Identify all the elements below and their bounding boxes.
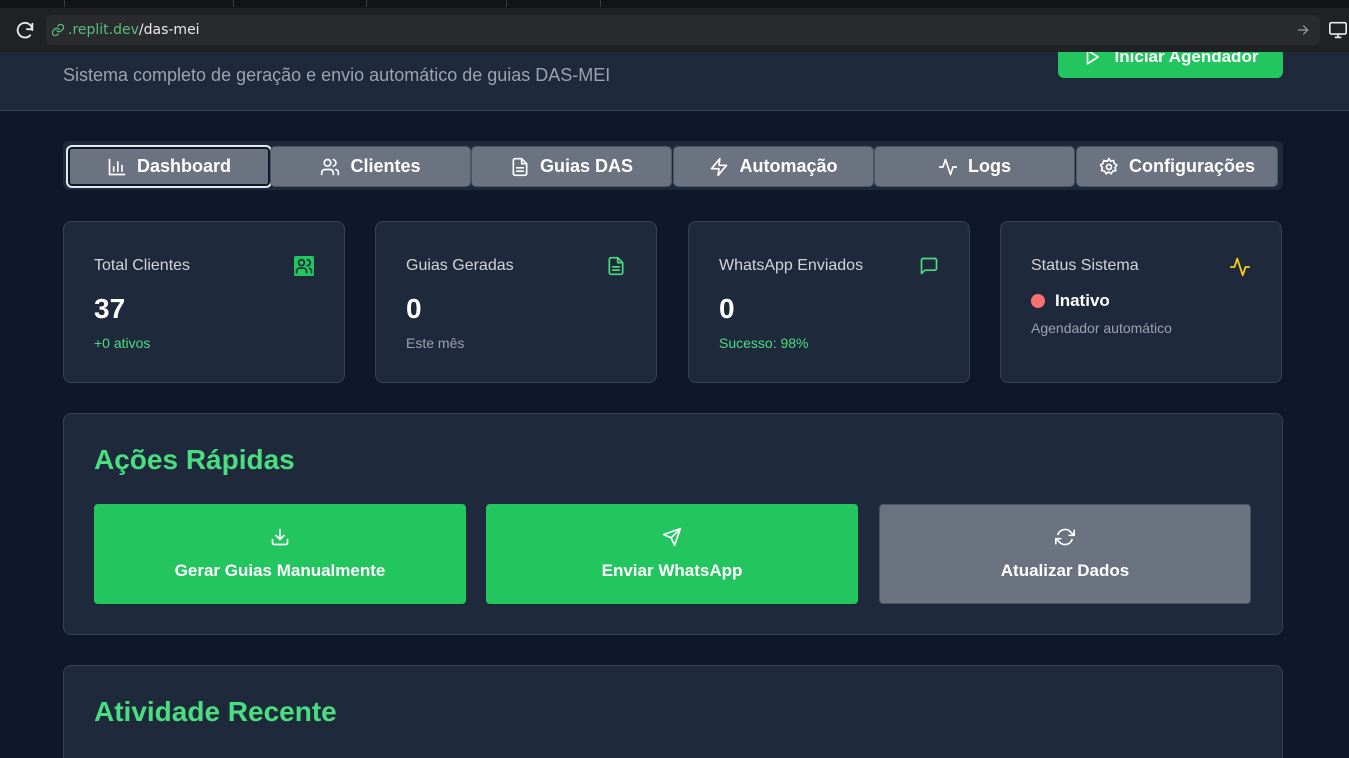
action-label: Enviar WhatsApp [601, 561, 743, 580]
users-icon [294, 256, 314, 276]
card-title: Status Sistema [1031, 257, 1139, 274]
start-scheduler-label: Iniciar Agendador [1114, 52, 1259, 66]
browser-toolbar: .replit.dev/das-mei [0, 8, 1349, 52]
card-value: 0 [719, 293, 735, 324]
tab-guias-das[interactable]: Guias DAS [471, 146, 672, 187]
tab-clientes[interactable]: Clientes [270, 146, 471, 187]
main-tabs: Dashboard Clientes Guias DAS Automação L… [63, 141, 1283, 190]
card-value: 37 [94, 293, 126, 324]
address-bar[interactable]: .replit.dev/das-mei [46, 15, 1320, 45]
recent-activity-panel: Atividade Recente [63, 665, 1283, 758]
tab-separator [366, 0, 367, 7]
send-whatsapp-button[interactable]: Enviar WhatsApp [486, 504, 858, 604]
stat-card-whatsapp: WhatsApp Enviados 0 Sucesso: 98% [688, 221, 970, 383]
stat-card-status: Status Sistema Inativo Agendador automát… [1000, 221, 1282, 383]
url-domain: .replit.dev [68, 22, 139, 38]
action-label: Gerar Guias Manualmente [174, 561, 386, 580]
play-icon [1086, 52, 1099, 65]
card-title: Guias Geradas [406, 257, 514, 274]
status-text: Inativo [1055, 291, 1110, 310]
tab-label: Dashboard [136, 156, 232, 176]
card-title: Total Clientes [94, 257, 191, 274]
tab-separator [600, 0, 601, 7]
refresh-data-button[interactable]: Atualizar Dados [879, 504, 1251, 604]
link-icon [51, 23, 65, 37]
generate-guides-button[interactable]: Gerar Guias Manualmente [94, 504, 466, 604]
url-path: /das-mei [138, 22, 200, 38]
status-indicator: Inativo [1031, 291, 1110, 311]
monitor-icon[interactable] [1328, 21, 1348, 39]
tab-configuracoes[interactable]: Configurações [1076, 146, 1278, 187]
app-header: Sistema completo de geração e envio auto… [0, 52, 1349, 111]
tab-label: Clientes [350, 156, 421, 176]
tab-logs[interactable]: Logs [874, 146, 1075, 187]
reload-icon[interactable] [14, 20, 36, 42]
download-icon [271, 528, 289, 546]
stat-card-clients: Total Clientes 37 +0 ativos [63, 221, 345, 383]
card-value: 0 [406, 293, 422, 324]
tab-separator [233, 0, 234, 7]
send-icon [662, 527, 682, 547]
card-subtext: Este mês [406, 335, 465, 351]
tab-automacao[interactable]: Automação [673, 146, 874, 187]
file-text-icon [512, 157, 528, 176]
bar-chart-icon [108, 158, 126, 175]
refresh-icon [1055, 528, 1075, 546]
file-text-icon [608, 256, 624, 276]
settings-icon [1099, 156, 1118, 175]
quick-actions-panel: Ações Rápidas Gerar Guias Manualmente En… [63, 413, 1283, 635]
stat-card-guides: Guias Geradas 0 Este mês [375, 221, 657, 383]
arrow-right-icon[interactable] [1296, 23, 1310, 37]
section-title: Atividade Recente [94, 696, 337, 727]
tab-dashboard[interactable]: Dashboard [66, 145, 272, 188]
activity-icon [1229, 257, 1251, 277]
card-subtext: Sucesso: 98% [719, 335, 809, 351]
browser-tab-strip [0, 0, 1349, 8]
page-subtitle: Sistema completo de geração e envio auto… [63, 65, 611, 85]
status-dot [1031, 294, 1045, 308]
section-title: Ações Rápidas [94, 444, 295, 475]
tab-label: Logs [968, 156, 1011, 176]
url-text: .replit.dev/das-mei [68, 22, 200, 38]
tab-label: Guias DAS [539, 156, 634, 176]
tab-label: Automação [739, 156, 838, 176]
action-label: Atualizar Dados [1000, 561, 1130, 580]
tab-separator [506, 0, 507, 7]
message-square-icon [920, 257, 938, 275]
card-subtext: Agendador automático [1031, 320, 1172, 336]
start-scheduler-button[interactable]: Iniciar Agendador [1058, 52, 1283, 78]
tab-label: Configurações [1128, 156, 1256, 176]
zap-icon [711, 157, 728, 176]
tab-separator [64, 0, 65, 7]
card-title: WhatsApp Enviados [719, 257, 864, 274]
card-subtext: +0 ativos [94, 335, 151, 351]
activity-icon [938, 158, 958, 175]
users-icon [321, 158, 340, 175]
